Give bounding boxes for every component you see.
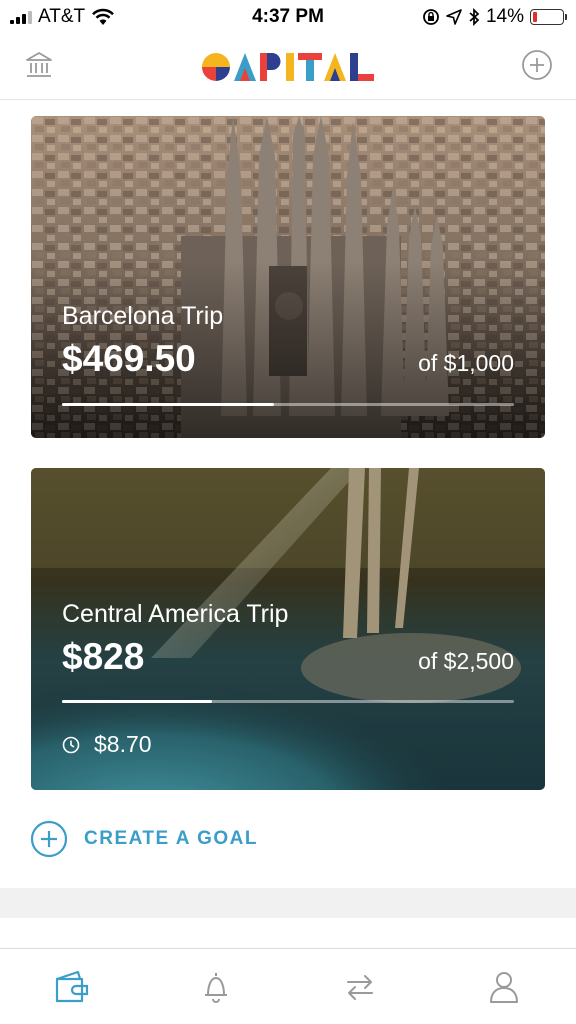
wallet-icon: [55, 970, 89, 1002]
create-goal-label: CREATE A GOAL: [84, 828, 258, 849]
bell-icon: [205, 972, 227, 1003]
profile-icon: [490, 971, 518, 1003]
goal-progress-fill: [62, 700, 212, 703]
goal-progress-bar: [62, 700, 514, 703]
lock-rotation-icon: [423, 9, 439, 25]
goal-name: Central America Trip: [62, 600, 289, 628]
create-goal-button[interactable]: CREATE A GOAL: [30, 820, 258, 858]
goal-card-barcelona[interactable]: Barcelona Trip $469.50 of $1,000: [31, 116, 545, 438]
tab-goals[interactable]: [0, 949, 144, 1024]
add-goal-header-button[interactable]: [520, 48, 554, 82]
add-circle-icon: [30, 820, 68, 858]
clock-icon: [62, 736, 80, 753]
tab-bar: [0, 948, 576, 1024]
add-circle-icon: [522, 50, 552, 80]
sagrada-familia-photo: [31, 116, 545, 438]
goal-saved-amount: $469.50: [62, 338, 196, 379]
tab-profile[interactable]: [432, 949, 576, 1024]
section-divider: [0, 888, 576, 918]
goal-name: Barcelona Trip: [62, 302, 224, 330]
bluetooth-icon: [469, 8, 480, 26]
wifi-icon: [92, 8, 115, 25]
status-bar: AT&T 4:37 PM 14%: [0, 0, 576, 34]
goal-progress-bar: [62, 403, 514, 406]
transfer-arrows-icon: [347, 974, 373, 1000]
pending-transfer: $8.70: [62, 731, 152, 758]
goal-target-amount: of $1,000: [418, 350, 514, 376]
battery-icon: [530, 9, 567, 25]
signal-icon: [10, 10, 32, 24]
goal-progress-fill: [62, 403, 275, 406]
pending-amount: $8.70: [94, 731, 152, 757]
status-right: 14%: [422, 6, 567, 28]
carrier-label: AT&T: [38, 6, 86, 27]
tab-transfers[interactable]: [288, 949, 432, 1024]
tab-activity[interactable]: [144, 949, 288, 1024]
goal-card-central-america[interactable]: Central America Trip $828 of $2,500 $8.7…: [31, 468, 545, 790]
goal-target-amount: of $2,500: [418, 648, 514, 674]
bank-icon: [26, 52, 52, 77]
goal-saved-amount: $828: [62, 636, 145, 677]
bank-button[interactable]: [22, 48, 56, 82]
app-logo: [200, 50, 376, 82]
status-left: AT&T: [10, 6, 115, 28]
battery-percent: 14%: [485, 6, 524, 27]
app-header: [0, 34, 576, 100]
location-icon: [446, 9, 462, 25]
